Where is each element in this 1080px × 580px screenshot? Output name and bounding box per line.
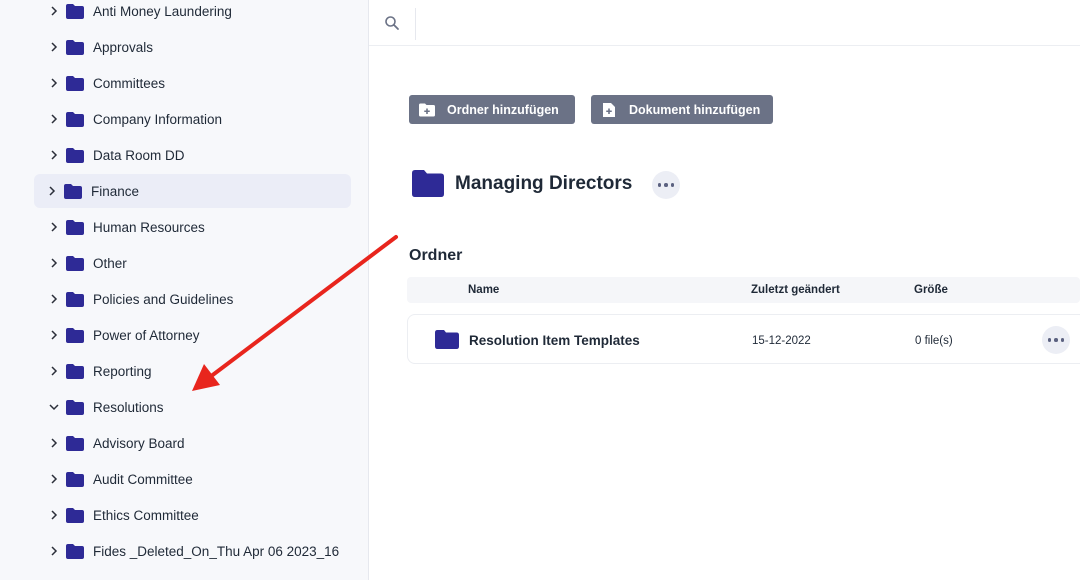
folder-icon <box>66 255 84 271</box>
tree-item-label: Advisory Board <box>93 435 185 451</box>
chevron-right-icon[interactable] <box>48 113 60 125</box>
chevron-right-icon[interactable] <box>46 185 58 197</box>
chevron-down-icon[interactable] <box>48 401 60 413</box>
folder-icon <box>66 399 84 415</box>
chevron-right-icon[interactable] <box>48 149 60 161</box>
tree-item-power-of-attorney[interactable]: Power of Attorney <box>34 318 351 352</box>
chevron-right-icon[interactable] <box>48 365 60 377</box>
column-header-name[interactable]: Name <box>468 284 499 296</box>
row-more-button[interactable] <box>1042 326 1070 354</box>
row-modified-date: 15-12-2022 <box>752 335 811 347</box>
folder-icon <box>66 219 84 235</box>
folder-icon <box>66 291 84 307</box>
tree-item-label: Policies and Guidelines <box>93 291 234 307</box>
chevron-right-icon[interactable] <box>48 329 60 341</box>
chevron-right-icon[interactable] <box>48 257 60 269</box>
folder-icon <box>66 147 84 163</box>
row-folder-name[interactable]: Resolution Item Templates <box>469 333 640 348</box>
folder-icon <box>66 543 84 559</box>
folder-icon <box>66 471 84 487</box>
tree-item-label: Company Information <box>93 111 223 127</box>
tree-item-committees[interactable]: Committees <box>34 66 351 100</box>
chevron-right-icon[interactable] <box>48 5 60 17</box>
main-content: Ordner hinzufügen Dokument hinzufügen Ma… <box>369 0 1080 580</box>
tree-item-label: Data Room DD <box>93 147 185 163</box>
tree-item-label: Anti Money Laundering <box>93 3 232 19</box>
folder-icon <box>66 39 84 55</box>
folder-icon <box>412 170 444 197</box>
folder-icon <box>66 3 84 19</box>
tree-item-audit-committee[interactable]: Audit Committee <box>34 462 351 496</box>
file-plus-icon <box>603 102 615 117</box>
column-header-modified[interactable]: Zuletzt geändert <box>751 284 840 296</box>
folders-section-title: Ordner <box>409 247 463 264</box>
chevron-right-icon[interactable] <box>48 509 60 521</box>
add-folder-label: Ordner hinzufügen <box>447 102 559 117</box>
chevron-right-icon[interactable] <box>48 437 60 449</box>
tree-item-label: Other <box>93 255 127 271</box>
folder-icon <box>64 183 82 199</box>
tree-item-fides-deleted[interactable]: Fides _Deleted_On_Thu Apr 06 2023_16 <box>34 534 351 568</box>
tree-item-label: Resolutions <box>93 399 164 415</box>
app-window: Anti Money Laundering Approvals Committe… <box>0 0 1080 580</box>
chevron-right-icon[interactable] <box>48 293 60 305</box>
chevron-right-icon[interactable] <box>48 473 60 485</box>
page-title: Managing Directors <box>455 172 633 194</box>
search-divider <box>415 8 416 40</box>
tree-item-data-room-dd[interactable]: Data Room DD <box>34 138 351 172</box>
chevron-right-icon[interactable] <box>48 41 60 53</box>
tree-item-human-resources[interactable]: Human Resources <box>34 210 351 244</box>
folder-icon <box>66 363 84 379</box>
chevron-right-icon[interactable] <box>48 221 60 233</box>
chevron-right-icon[interactable] <box>48 545 60 557</box>
search-bar[interactable] <box>369 0 1080 46</box>
folder-icon <box>66 435 84 451</box>
tree-item-label: Reporting <box>93 363 152 379</box>
tree-item-label: Approvals <box>93 39 154 55</box>
tree-item-resolutions[interactable]: Resolutions <box>34 390 351 424</box>
more-horizontal-icon <box>657 183 675 187</box>
tree-item-anti-money-laundering[interactable]: Anti Money Laundering <box>34 0 351 28</box>
tree-item-ethics-committee[interactable]: Ethics Committee <box>34 498 351 532</box>
folder-icon <box>66 327 84 343</box>
folder-icon <box>66 111 84 127</box>
tree-item-finance[interactable]: Finance <box>34 174 351 208</box>
page-heading: Managing Directors <box>412 170 632 197</box>
tree-item-label: Human Resources <box>93 219 205 235</box>
tree-item-reporting[interactable]: Reporting <box>34 354 351 388</box>
folder-icon <box>66 75 84 91</box>
folder-more-button[interactable] <box>652 171 680 199</box>
more-horizontal-icon <box>1047 338 1065 342</box>
tree-item-company-information[interactable]: Company Information <box>34 102 351 136</box>
add-folder-button[interactable]: Ordner hinzufügen <box>409 95 575 124</box>
column-header-size[interactable]: Größe <box>914 284 948 296</box>
tree-item-other[interactable]: Other <box>34 246 351 280</box>
tree-item-advisory-board[interactable]: Advisory Board <box>34 426 351 460</box>
folder-tree-sidebar: Anti Money Laundering Approvals Committe… <box>0 0 369 580</box>
tree-item-label: Audit Committee <box>93 471 193 487</box>
folder-icon <box>435 330 459 349</box>
search-icon[interactable] <box>384 15 400 31</box>
add-document-label: Dokument hinzufügen <box>629 102 761 117</box>
tree-item-label: Ethics Committee <box>93 507 199 523</box>
table-header: Name Zuletzt geändert Größe <box>407 277 1080 303</box>
tree-item-label: Fides _Deleted_On_Thu Apr 06 2023_16 <box>93 543 340 559</box>
tree-item-label: Finance <box>91 183 140 199</box>
tree-item-approvals[interactable]: Approvals <box>34 30 351 64</box>
chevron-right-icon[interactable] <box>48 77 60 89</box>
add-document-button[interactable]: Dokument hinzufügen <box>591 95 773 124</box>
folder-plus-icon <box>419 103 435 116</box>
row-size: 0 file(s) <box>915 335 953 347</box>
tree-item-policies-and-guidelines[interactable]: Policies and Guidelines <box>34 282 351 316</box>
folder-icon <box>66 507 84 523</box>
tree-item-label: Committees <box>93 75 166 91</box>
table-row[interactable]: Resolution Item Templates 15-12-2022 0 f… <box>407 314 1080 364</box>
tree-item-label: Power of Attorney <box>93 327 200 343</box>
